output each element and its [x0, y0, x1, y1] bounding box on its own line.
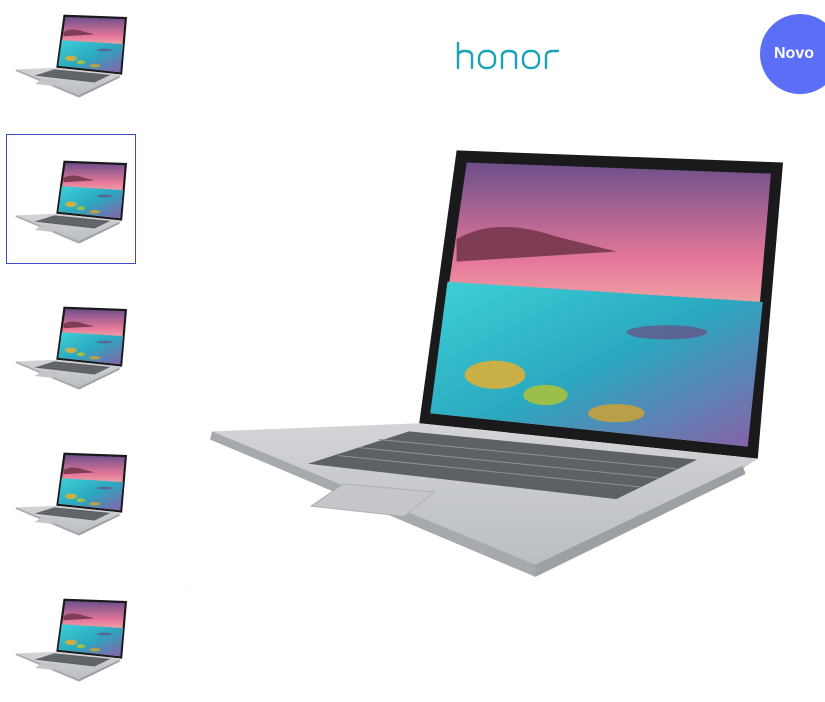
thumbnail-2-selected[interactable] — [6, 134, 136, 264]
thumbnail-1[interactable] — [6, 0, 136, 118]
thumbnail-gallery — [0, 0, 150, 702]
laptop-thumbnail-icon — [15, 598, 128, 682]
honor-logo-icon — [456, 41, 560, 70]
thumbnail-4[interactable] — [6, 426, 136, 556]
main-product-image[interactable] — [185, 110, 805, 585]
laptop-thumbnail-icon — [15, 306, 128, 390]
image-divider — [185, 586, 186, 587]
laptop-thumbnail-icon — [15, 14, 128, 98]
thumbnail-3[interactable] — [6, 280, 136, 410]
brand-logo: honor — [455, 36, 565, 76]
laptop-thumbnail-icon — [15, 452, 128, 536]
thumbnail-5[interactable] — [6, 572, 136, 702]
laptop-thumbnail-icon — [15, 160, 128, 244]
laptop-product-icon — [209, 149, 784, 578]
new-badge: Novo — [760, 14, 825, 94]
